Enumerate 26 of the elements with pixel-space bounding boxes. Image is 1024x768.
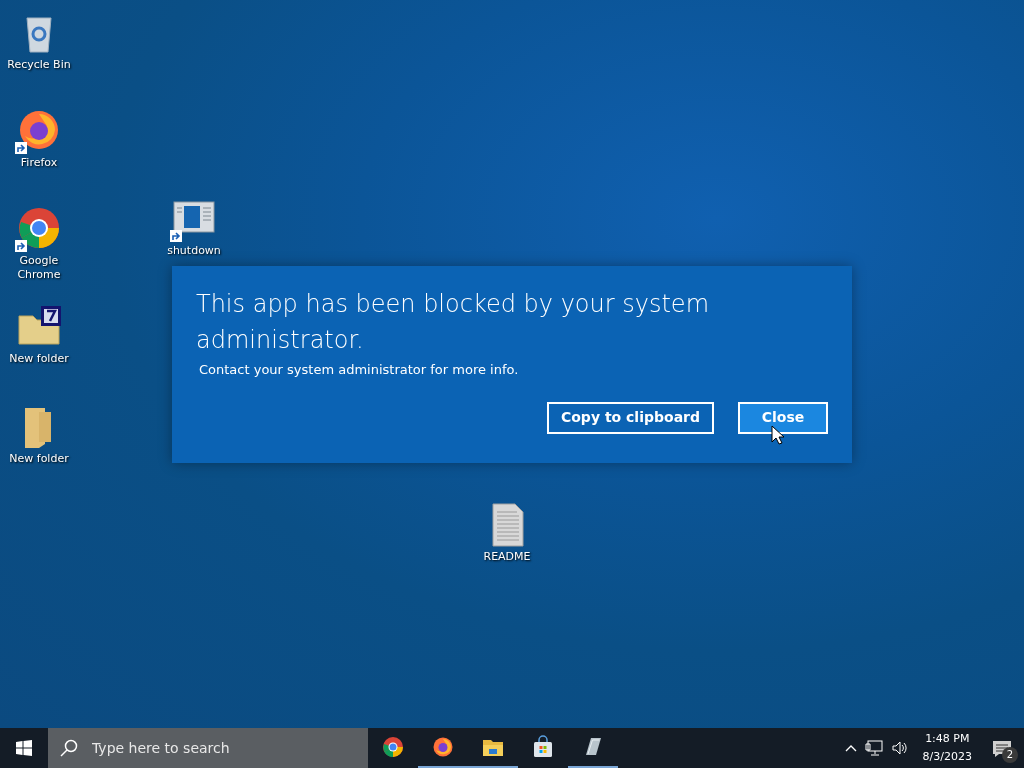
notification-button[interactable]: 2 [986, 733, 1016, 763]
clock-date[interactable]: 8/3/2023 [922, 748, 972, 766]
speaker-icon [890, 740, 909, 756]
network-icon [864, 740, 883, 756]
search-icon [60, 739, 78, 757]
icon-label[interactable]: Recycle Bin [7, 58, 71, 72]
copy-button[interactable]: Copy to clipboard [546, 401, 714, 434]
clock-time[interactable]: 1:48 PM [925, 730, 970, 748]
windows-logo-icon [16, 740, 32, 756]
icon-label[interactable]: New folder [9, 452, 69, 466]
dialog-title: This app has been blocked by your system administrator. [196, 289, 710, 356]
shopping-bag-icon [531, 735, 555, 759]
icon-label[interactable]: Firefox [20, 156, 58, 170]
icon-label[interactable]: Google Chrome [14, 254, 64, 282]
notification-count: 2 [1002, 747, 1018, 763]
dialog-message: Contact your system administrator for more info. [199, 361, 520, 379]
icon-label[interactable]: shutdown [167, 244, 221, 258]
firefox-icon [431, 735, 455, 759]
icon-label[interactable]: New folder [9, 352, 69, 366]
search-bar[interactable]: Type here to search [48, 728, 368, 768]
search-field[interactable]: Type here to search [90, 736, 350, 760]
mouse-pointer-icon [771, 425, 785, 445]
chrome-icon [381, 735, 405, 759]
close-button[interactable]: Close [738, 401, 828, 434]
chevron-up-icon [844, 744, 857, 752]
icon-label[interactable]: README [483, 550, 531, 564]
